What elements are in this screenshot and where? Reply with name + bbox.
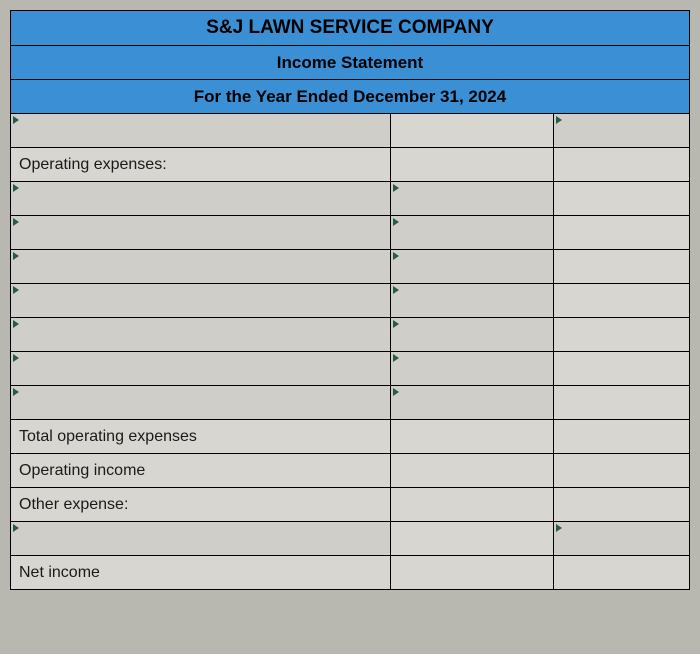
expense-line-1 bbox=[11, 182, 690, 216]
desc-input[interactable] bbox=[11, 522, 391, 556]
statement-title-row: Income Statement bbox=[11, 46, 690, 80]
amt2-cell bbox=[554, 284, 690, 318]
total-operating-expenses-row: Total operating expenses bbox=[11, 420, 690, 454]
operating-expenses-label: Operating expenses: bbox=[11, 148, 391, 182]
amt2-cell bbox=[554, 216, 690, 250]
amt2-input[interactable] bbox=[554, 114, 690, 148]
desc-input[interactable] bbox=[11, 114, 391, 148]
income-statement-table: S&J LAWN SERVICE COMPANY Income Statemen… bbox=[10, 10, 690, 590]
expense-line-7 bbox=[11, 386, 690, 420]
amt2-cell bbox=[554, 386, 690, 420]
amt1-input[interactable] bbox=[391, 182, 554, 216]
amt1-cell bbox=[391, 148, 554, 182]
blank-row-1 bbox=[11, 114, 690, 148]
amt1-cell bbox=[391, 488, 554, 522]
amt1-cell bbox=[391, 420, 554, 454]
amt1-cell bbox=[391, 454, 554, 488]
amt1-cell bbox=[391, 114, 554, 148]
desc-input[interactable] bbox=[11, 386, 391, 420]
amt1-input[interactable] bbox=[391, 284, 554, 318]
net-income-row: Net income bbox=[11, 556, 690, 590]
other-expense-line bbox=[11, 522, 690, 556]
company-name: S&J LAWN SERVICE COMPANY bbox=[11, 11, 690, 46]
amt1-cell bbox=[391, 556, 554, 590]
other-expense-row: Other expense: bbox=[11, 488, 690, 522]
expense-line-5 bbox=[11, 318, 690, 352]
expense-line-2 bbox=[11, 216, 690, 250]
operating-income-label: Operating income bbox=[11, 454, 391, 488]
amt1-input[interactable] bbox=[391, 216, 554, 250]
desc-input[interactable] bbox=[11, 182, 391, 216]
other-expense-label: Other expense: bbox=[11, 488, 391, 522]
amt2-cell bbox=[554, 488, 690, 522]
amt1-input[interactable] bbox=[391, 352, 554, 386]
net-income-label: Net income bbox=[11, 556, 391, 590]
desc-input[interactable] bbox=[11, 318, 391, 352]
operating-income-row: Operating income bbox=[11, 454, 690, 488]
desc-input[interactable] bbox=[11, 250, 391, 284]
amt2-cell bbox=[554, 352, 690, 386]
amt2-cell bbox=[554, 556, 690, 590]
amt1-input[interactable] bbox=[391, 250, 554, 284]
amt2-cell bbox=[554, 148, 690, 182]
amt2-cell bbox=[554, 250, 690, 284]
amt1-cell bbox=[391, 522, 554, 556]
period-row: For the Year Ended December 31, 2024 bbox=[11, 80, 690, 114]
amt1-input[interactable] bbox=[391, 318, 554, 352]
amt1-input[interactable] bbox=[391, 386, 554, 420]
period-text: For the Year Ended December 31, 2024 bbox=[11, 80, 690, 114]
amt2-cell bbox=[554, 420, 690, 454]
total-operating-expenses-label: Total operating expenses bbox=[11, 420, 391, 454]
desc-input[interactable] bbox=[11, 216, 391, 250]
desc-input[interactable] bbox=[11, 352, 391, 386]
amt2-input[interactable] bbox=[554, 522, 690, 556]
amt2-cell bbox=[554, 454, 690, 488]
operating-expenses-row: Operating expenses: bbox=[11, 148, 690, 182]
expense-line-4 bbox=[11, 284, 690, 318]
amt2-cell bbox=[554, 182, 690, 216]
expense-line-3 bbox=[11, 250, 690, 284]
desc-input[interactable] bbox=[11, 284, 391, 318]
statement-title: Income Statement bbox=[11, 46, 690, 80]
expense-line-6 bbox=[11, 352, 690, 386]
amt2-cell bbox=[554, 318, 690, 352]
company-header-row: S&J LAWN SERVICE COMPANY bbox=[11, 11, 690, 46]
